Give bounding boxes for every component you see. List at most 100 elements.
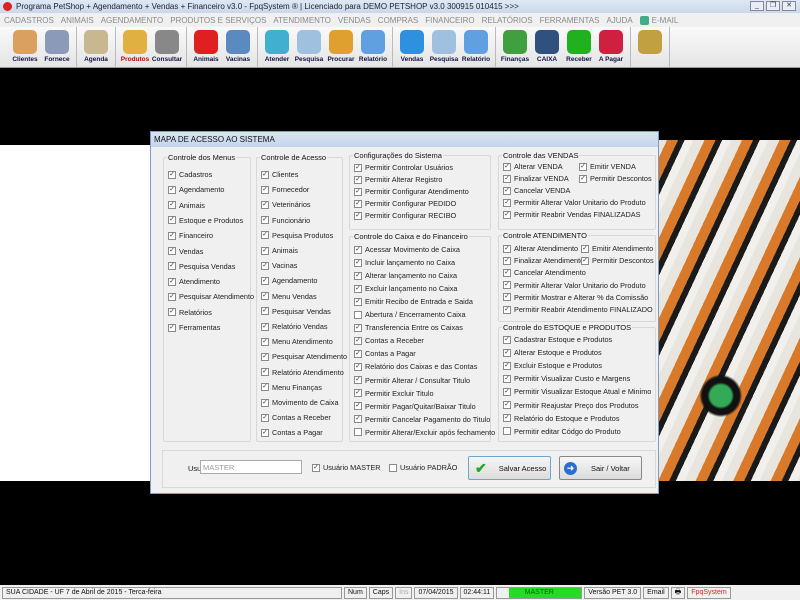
- permission-checkbox[interactable]: ✓ Permitir Descontos: [579, 174, 652, 183]
- permission-checkbox[interactable]: ✓ Funcionário: [261, 216, 310, 225]
- permission-checkbox[interactable]: ✓ Pesquisar Vendas: [261, 307, 331, 316]
- permission-checkbox[interactable]: ✓ Cadastros: [168, 170, 212, 179]
- permission-checkbox[interactable]: ✓ Finalizar Atendimento: [503, 256, 584, 265]
- permission-checkbox[interactable]: ✓ Permitir Configurar RECIBO: [354, 211, 456, 220]
- menu-item[interactable]: RELATÓRIOS: [482, 16, 533, 25]
- toolbar-atender-button[interactable]: Atender: [261, 27, 293, 67]
- permission-checkbox[interactable]: ✓ Movimento de Caixa: [261, 398, 339, 407]
- permission-checkbox[interactable]: ✓ Permitir Reabrir Vendas FINALIZADAS: [503, 210, 641, 219]
- toolbar-vendas-button[interactable]: Vendas: [396, 27, 428, 67]
- menu-item[interactable]: ATENDIMENTO: [273, 16, 330, 25]
- permission-checkbox[interactable]: ✓ Acessar Movimento de Caixa: [354, 245, 460, 254]
- permission-checkbox[interactable]: ✓ Menu Vendas: [261, 292, 317, 301]
- permission-checkbox[interactable]: ✓ Veterinários: [261, 200, 311, 209]
- menu-item[interactable]: VENDAS: [338, 16, 371, 25]
- permission-checkbox[interactable]: ✓ Alterar lançamento no Caixa: [354, 271, 457, 280]
- menu-item[interactable]: ANIMAIS: [61, 16, 94, 25]
- permission-checkbox[interactable]: ✓ Menu Atendimento: [261, 337, 333, 346]
- permission-checkbox[interactable]: ✓ Financeiro: [168, 231, 213, 240]
- permission-checkbox[interactable]: Permitir editar Códgo do Produto: [503, 427, 621, 436]
- permission-checkbox[interactable]: ✓ Permitir Excluir Titulo: [354, 389, 434, 398]
- save-access-button[interactable]: ✔ Salvar Acesso: [468, 456, 551, 480]
- toolbar-pesquisa-button[interactable]: Pesquisa: [293, 27, 325, 67]
- toolbar-procurar-button[interactable]: Procurar: [325, 27, 357, 67]
- permission-checkbox[interactable]: ✓ Emitir Atendimento: [581, 244, 653, 253]
- exit-button[interactable]: ➜ Sair / Voltar: [559, 456, 642, 480]
- permission-checkbox[interactable]: ✓ Permitir Reajustar Preço dos Produtos: [503, 401, 639, 410]
- permission-checkbox[interactable]: ✓ Menu Finanças: [261, 383, 322, 392]
- usuario-input[interactable]: [200, 460, 302, 474]
- printer-icon[interactable]: 🖶: [670, 586, 686, 599]
- permission-checkbox[interactable]: ✓ Contas a Receber: [354, 336, 424, 345]
- toolbar-exit-button[interactable]: [634, 27, 666, 67]
- permission-checkbox[interactable]: ✓ Permitir Configurar Atendimento: [354, 187, 469, 196]
- minimize-button[interactable]: _: [750, 1, 764, 11]
- permission-checkbox[interactable]: ✓ Permitir Alterar / Consultar Titulo: [354, 376, 470, 385]
- permission-checkbox[interactable]: ✓ Excluir Estoque e Produtos: [503, 361, 602, 370]
- permission-checkbox[interactable]: ✓ Pesquisar Atendimento: [261, 352, 347, 361]
- permission-checkbox[interactable]: ✓ Alterar VENDA: [503, 162, 563, 171]
- permission-checkbox[interactable]: Abertura / Encerramento Caixa: [354, 310, 466, 319]
- permission-checkbox[interactable]: ✓ Cancelar Atendimento: [503, 268, 586, 277]
- permission-checkbox[interactable]: Permitir Alterar/Excluir após fechamento: [354, 428, 495, 437]
- toolbar-agenda-button[interactable]: Agenda: [80, 27, 112, 67]
- permission-checkbox[interactable]: ✓ Permitir Reabrir Atendimento FINALIZADO: [503, 305, 653, 314]
- permission-checkbox[interactable]: ✓ Cancelar VENDA: [503, 186, 570, 195]
- permission-checkbox[interactable]: ✓ Permitir Descontos: [581, 256, 654, 265]
- toolbar-finanas-button[interactable]: Finanças: [499, 27, 531, 67]
- close-button[interactable]: ✕: [782, 1, 796, 11]
- permission-checkbox[interactable]: ✓ Vacinas: [261, 261, 297, 270]
- toolbar-produtos-button[interactable]: Produtos: [119, 27, 151, 67]
- permission-checkbox[interactable]: ✓ Permitir Visualizar Estoque Atual e Min…: [503, 387, 651, 396]
- permission-checkbox[interactable]: ✓ Estoque e Produtos: [168, 216, 243, 225]
- toolbar-fornece-button[interactable]: Fornece: [41, 27, 73, 67]
- permission-checkbox[interactable]: ✓ Permitir Mostrar e Alterar % da Comissã…: [503, 293, 648, 302]
- menu-item[interactable]: AGENDAMENTO: [101, 16, 164, 25]
- menu-item[interactable]: FINANCEIRO: [425, 16, 474, 25]
- permission-checkbox[interactable]: ✓ Permitir Alterar Registro: [354, 175, 442, 184]
- permission-checkbox[interactable]: ✓ Contas a Pagar: [354, 349, 416, 358]
- permission-checkbox[interactable]: ✓ Permitir Configurar PEDIDO: [354, 199, 456, 208]
- toolbar-vacinas-button[interactable]: Vacinas: [222, 27, 254, 67]
- toolbar-consultar-button[interactable]: Consultar: [151, 27, 183, 67]
- permission-checkbox[interactable]: ✓ Fornecedor: [261, 185, 309, 194]
- permission-checkbox[interactable]: ✓ Contas a Pagar: [261, 428, 323, 437]
- permission-checkbox[interactable]: ✓ Relatório dos Caixas e das Contas: [354, 362, 477, 371]
- usuario-master-checkbox[interactable]: ✓ Usuário MASTER: [312, 463, 381, 472]
- permission-checkbox[interactable]: ✓ Ferramentas: [168, 323, 220, 332]
- menu-item[interactable]: CADASTROS: [4, 16, 54, 25]
- maximize-button[interactable]: ❐: [766, 1, 780, 11]
- toolbar-receber-button[interactable]: Receber: [563, 27, 595, 67]
- permission-checkbox[interactable]: ✓ Permitir Visualizar Custo e Margens: [503, 374, 630, 383]
- toolbar-pesquisa-button[interactable]: Pesquisa: [428, 27, 460, 67]
- toolbar-relatrio-button[interactable]: Relatório: [460, 27, 492, 67]
- permission-checkbox[interactable]: ✓ Contas a Receber: [261, 413, 331, 422]
- permission-checkbox[interactable]: ✓ Emitir Recibo de Entrada e Saida: [354, 297, 473, 306]
- permission-checkbox[interactable]: ✓ Pesquisa Produtos: [261, 231, 333, 240]
- menu-item[interactable]: COMPRAS: [378, 16, 418, 25]
- menu-item[interactable]: PRODUTOS E SERVIÇOS: [170, 16, 266, 25]
- permission-checkbox[interactable]: ✓ Incluir lançamento no Caixa: [354, 258, 455, 267]
- permission-checkbox[interactable]: ✓ Emitir VENDA: [579, 162, 636, 171]
- permission-checkbox[interactable]: ✓ Permitir Pagar/Quitar/Baixar Titulo: [354, 402, 476, 411]
- permission-checkbox[interactable]: ✓ Transferencia Entre os Caixas: [354, 323, 463, 332]
- menu-email[interactable]: E-MAIL: [639, 15, 678, 25]
- toolbar-relatrio-button[interactable]: Relatório: [357, 27, 389, 67]
- permission-checkbox[interactable]: ✓ Animais: [168, 201, 205, 210]
- permission-checkbox[interactable]: ✓ Finalizar VENDA: [503, 174, 569, 183]
- permission-checkbox[interactable]: ✓ Relatório Vendas: [261, 322, 328, 331]
- permission-checkbox[interactable]: ✓ Alterar Atendimento: [503, 244, 578, 253]
- permission-checkbox[interactable]: ✓ Permitir Cancelar Pagamento do Titulo: [354, 415, 490, 424]
- permission-checkbox[interactable]: ✓ Atendimento: [168, 277, 220, 286]
- permission-checkbox[interactable]: ✓ Animais: [261, 246, 298, 255]
- permission-checkbox[interactable]: ✓ Agendamento: [261, 276, 317, 285]
- toolbar-apagar-button[interactable]: A Pagar: [595, 27, 627, 67]
- permission-checkbox[interactable]: ✓ Alterar Estoque e Produtos: [503, 348, 602, 357]
- permission-checkbox[interactable]: ✓ Pesquisar Atendimento: [168, 292, 254, 301]
- permission-checkbox[interactable]: ✓ Relatório do Estoque e Produtos: [503, 414, 619, 423]
- permission-checkbox[interactable]: ✓ Clientes: [261, 170, 298, 179]
- permission-checkbox[interactable]: ✓ Excluir lançamento no Caixa: [354, 284, 457, 293]
- permission-checkbox[interactable]: ✓ Agendamento: [168, 185, 224, 194]
- permission-checkbox[interactable]: ✓ Permitir Alterar Valor Unitario do Prod…: [503, 198, 646, 207]
- permission-checkbox[interactable]: ✓ Pesquisa Vendas: [168, 262, 235, 271]
